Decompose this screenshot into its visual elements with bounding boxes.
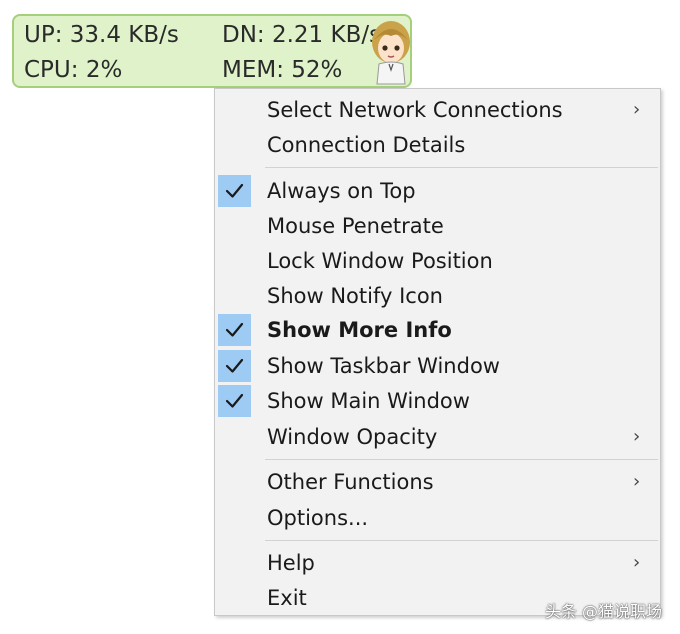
- submenu-arrow-icon: ›: [633, 552, 641, 573]
- menu-separator: [265, 459, 658, 460]
- menu-item-label: Show Taskbar Window: [267, 354, 500, 378]
- menu-separator: [265, 167, 658, 168]
- menu-item-label: Select Network Connections: [267, 98, 563, 122]
- menu-item-label: Show More Info: [267, 318, 452, 342]
- menu-item-label: Options...: [267, 506, 369, 530]
- menu-item-label: Exit: [267, 586, 307, 610]
- menu-item-label: Connection Details: [267, 133, 466, 157]
- watermark: 头条 @猫说职场: [544, 602, 662, 621]
- menu-item-label: Show Main Window: [267, 389, 470, 413]
- menu-item-mouse-penetrate[interactable]: Mouse Penetrate: [215, 209, 660, 243]
- upload-speed: UP: 33.4 KB/s: [24, 22, 179, 48]
- traffic-monitor-widget[interactable]: UP: 33.4 KB/s DN: 2.21 KB/s CPU: 2% MEM:…: [12, 14, 412, 88]
- menu-item-help[interactable]: Help ›: [215, 546, 660, 580]
- checkmark-icon: [218, 314, 251, 346]
- menu-separator: [265, 540, 658, 541]
- menu-item-label: Other Functions: [267, 470, 434, 494]
- submenu-arrow-icon: ›: [633, 99, 641, 120]
- menu-item-show-notify-icon[interactable]: Show Notify Icon: [215, 279, 660, 313]
- menu-item-label: Lock Window Position: [267, 249, 493, 273]
- menu-item-show-more-info[interactable]: Show More Info: [215, 313, 660, 347]
- menu-item-show-taskbar-window[interactable]: Show Taskbar Window: [215, 349, 660, 383]
- menu-item-label: Always on Top: [267, 179, 416, 203]
- context-menu: Select Network Connections › Connection …: [214, 88, 661, 616]
- menu-item-label: Window Opacity: [267, 425, 438, 449]
- checkmark-icon: [218, 385, 251, 417]
- memory-usage: MEM: 52%: [222, 57, 343, 83]
- anime-girl-mascot-icon: [372, 21, 410, 85]
- menu-item-window-opacity[interactable]: Window Opacity ›: [215, 420, 660, 454]
- download-speed: DN: 2.21 KB/s: [222, 22, 382, 48]
- menu-item-always-on-top[interactable]: Always on Top: [215, 174, 660, 208]
- menu-item-other-functions[interactable]: Other Functions ›: [215, 465, 660, 499]
- menu-item-lock-window-position[interactable]: Lock Window Position: [215, 244, 660, 278]
- menu-item-options[interactable]: Options...: [215, 501, 660, 535]
- submenu-arrow-icon: ›: [633, 471, 641, 492]
- menu-item-connection-details[interactable]: Connection Details: [215, 128, 660, 162]
- menu-item-show-main-window[interactable]: Show Main Window: [215, 384, 660, 418]
- checkmark-icon: [218, 350, 251, 382]
- submenu-arrow-icon: ›: [633, 426, 641, 447]
- menu-item-select-network-connections[interactable]: Select Network Connections ›: [215, 93, 660, 127]
- menu-item-label: Help: [267, 551, 315, 575]
- checkmark-icon: [218, 175, 251, 207]
- menu-item-label: Mouse Penetrate: [267, 214, 444, 238]
- menu-item-label: Show Notify Icon: [267, 284, 443, 308]
- cpu-usage: CPU: 2%: [24, 57, 123, 83]
